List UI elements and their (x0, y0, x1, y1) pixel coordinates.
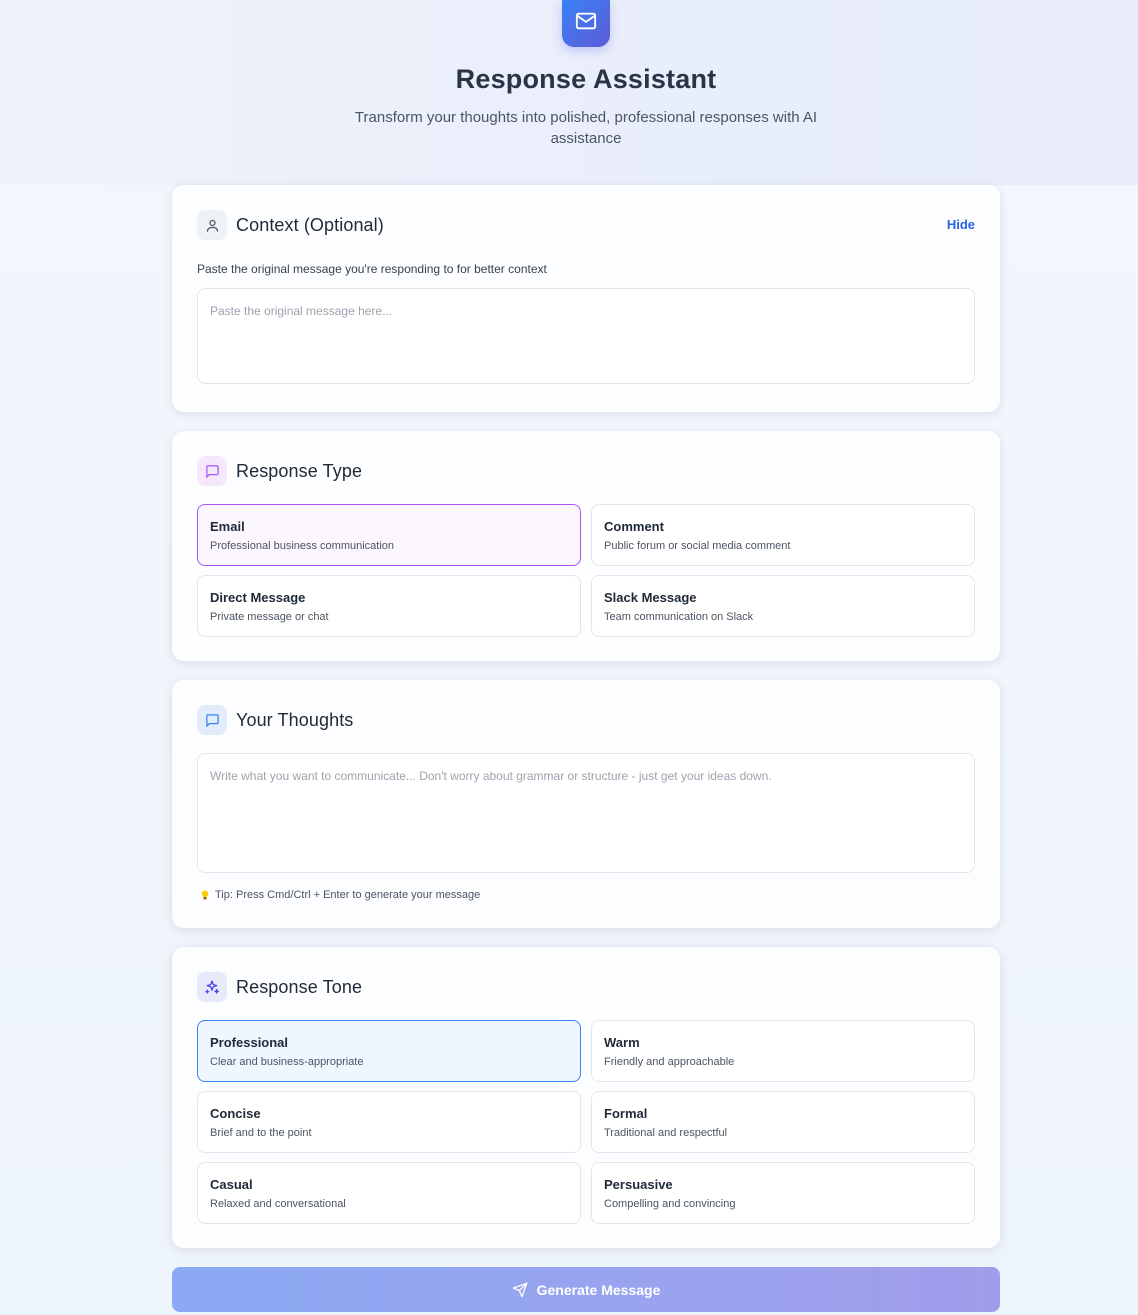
option-description: Compelling and convincing (604, 1198, 736, 1210)
option-label: Persuasive (604, 1177, 673, 1192)
option-label: Casual (210, 1177, 253, 1192)
user-icon (197, 210, 227, 240)
thoughts-header: Your Thoughts (197, 705, 353, 735)
context-header: Context (Optional) (197, 210, 384, 240)
option-label: Email (210, 519, 245, 534)
option-label: Warm (604, 1035, 640, 1050)
generate-message-label: Generate Message (536, 1281, 661, 1298)
context-textarea[interactable]: Paste the original message here... (197, 288, 975, 384)
option-description: Professional business communication (210, 540, 395, 552)
response-tone-card: Response Tone Professional Clear and bus… (172, 947, 1000, 1248)
tone-option-formal[interactable]: Formal Traditional and respectful (591, 1091, 975, 1153)
response-type-option-slack-message[interactable]: Slack Message Team communication on Slac… (591, 575, 975, 637)
context-card: Context (Optional) Hide Paste the origin… (172, 185, 1000, 412)
tone-option-concise[interactable]: Concise Brief and to the point (197, 1091, 581, 1153)
option-description: Relaxed and conversational (210, 1198, 346, 1210)
response-type-options: Email Professional business communicatio… (197, 504, 975, 637)
thoughts-card: Your Thoughts Write what you want to com… (172, 680, 1000, 928)
option-label: Concise (210, 1106, 261, 1121)
option-label: Slack Message (604, 590, 697, 605)
tip-text-row: Tip: Press Cmd/Ctrl + Enter to generate … (200, 889, 480, 901)
app-logo (562, 0, 610, 47)
response-type-title: Response Type (236, 460, 363, 481)
option-description: Traditional and respectful (604, 1127, 728, 1139)
tip-text: Tip: Press Cmd/Ctrl + Enter to generate … (215, 889, 481, 901)
option-label: Comment (604, 519, 664, 534)
response-type-option-email[interactable]: Email Professional business communicatio… (197, 504, 581, 566)
send-icon (512, 1282, 537, 1298)
tone-option-casual[interactable]: Casual Relaxed and conversational (197, 1162, 581, 1224)
response-type-card: Response Type Email Professional busines… (172, 431, 1000, 661)
option-description: Private message or chat (210, 611, 329, 623)
response-tone-header: Response Tone (197, 972, 362, 1002)
thoughts-textarea[interactable]: Write what you want to communicate... Do… (197, 753, 975, 873)
tone-option-persuasive[interactable]: Persuasive Compelling and convincing (591, 1162, 975, 1224)
lightbulb-icon (200, 890, 210, 901)
response-type-option-comment[interactable]: Comment Public forum or social media com… (591, 504, 975, 566)
option-description: Public forum or social media comment (604, 540, 791, 552)
thoughts-title: Your Thoughts (236, 709, 354, 730)
option-label: Professional (210, 1035, 289, 1050)
response-tone-title: Response Tone (236, 976, 363, 997)
response-type-option-direct-message[interactable]: Direct Message Private message or chat (197, 575, 581, 637)
tone-option-professional[interactable]: Professional Clear and business-appropri… (197, 1020, 581, 1082)
hide-context-button[interactable]: Hide (947, 217, 975, 232)
context-description: Paste the original message you're respon… (197, 262, 547, 276)
message-square-icon (197, 705, 227, 735)
option-description: Clear and business-appropriate (210, 1056, 364, 1068)
page-title: Response Assistant (455, 64, 717, 94)
page-subtitle: Transform your thoughts into polished, p… (354, 109, 818, 147)
tone-options: Professional Clear and business-appropri… (197, 1020, 975, 1224)
option-description: Team communication on Slack (604, 611, 754, 623)
mail-icon (575, 10, 597, 37)
sparkles-icon (197, 972, 227, 1002)
context-title: Context (Optional) (236, 214, 384, 235)
tone-option-warm[interactable]: Warm Friendly and approachable (591, 1020, 975, 1082)
option-label: Formal (604, 1106, 648, 1121)
option-label: Direct Message (210, 590, 306, 605)
generate-message-button[interactable]: Generate Message (172, 1267, 1000, 1312)
response-type-header: Response Type (197, 456, 362, 486)
message-square-icon (197, 456, 227, 486)
option-description: Friendly and approachable (604, 1056, 735, 1068)
option-description: Brief and to the point (210, 1127, 312, 1139)
